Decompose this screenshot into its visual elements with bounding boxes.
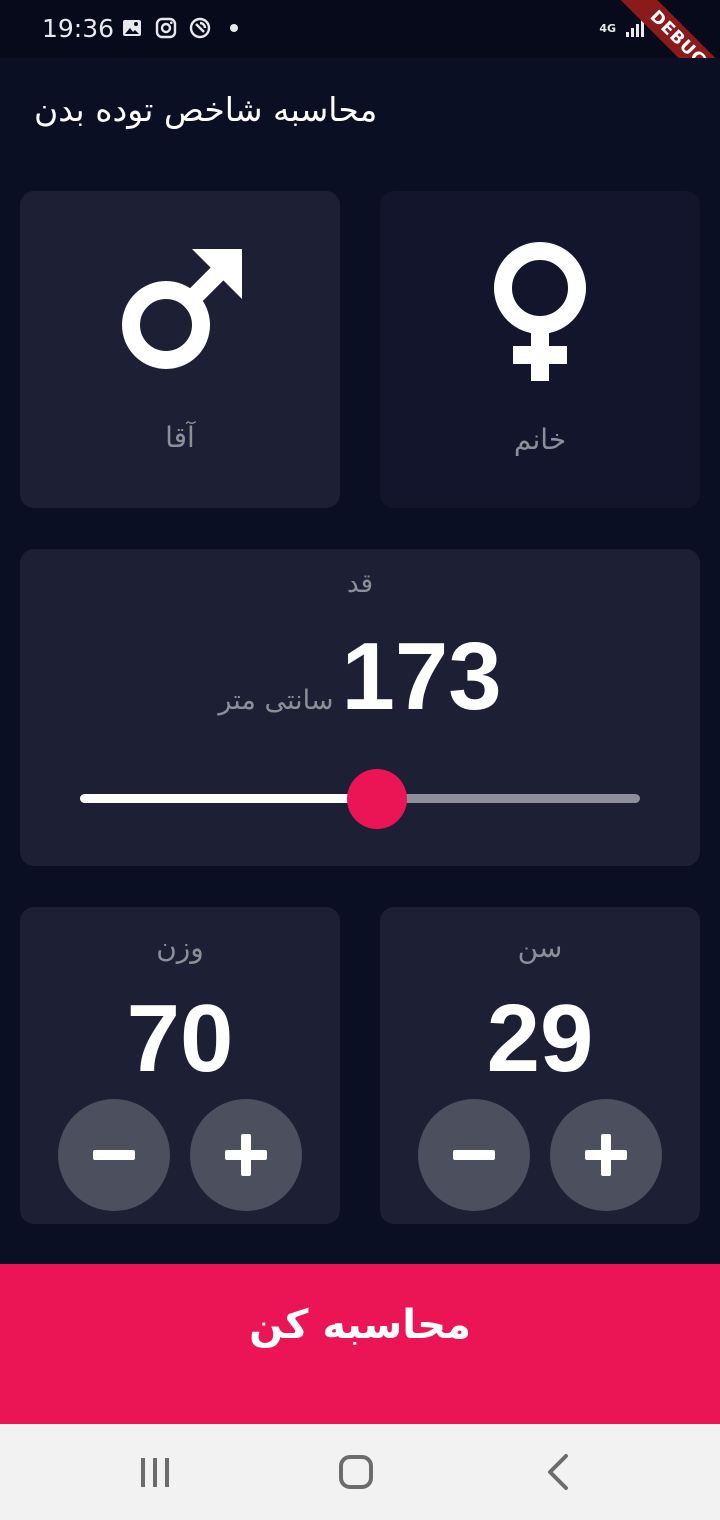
network-type-label: 4G	[599, 21, 616, 35]
age-increment-button[interactable]	[550, 1099, 662, 1211]
female-label: خانم	[513, 423, 567, 456]
height-card: قد سانتی متر 173	[20, 549, 700, 866]
height-unit: سانتی متر	[218, 685, 334, 716]
age-label: سن	[517, 931, 563, 964]
app-bar: محاسبه شاخص توده بدن	[0, 58, 720, 170]
weight-label: وزن	[156, 931, 204, 964]
back-button[interactable]	[528, 1446, 588, 1498]
male-label: آقا	[165, 421, 195, 454]
male-gender-card[interactable]: آقا	[20, 191, 340, 508]
male-icon	[122, 249, 242, 369]
height-readout: سانتی متر 173	[20, 627, 700, 727]
height-value: 173	[341, 623, 502, 730]
female-gender-card[interactable]: خانم	[380, 191, 700, 508]
system-nav-bar	[0, 1424, 720, 1520]
height-label: قد	[346, 569, 374, 599]
image-icon	[123, 20, 141, 36]
home-button[interactable]	[326, 1446, 386, 1498]
slider-thumb[interactable]	[346, 769, 407, 829]
weight-decrement-button[interactable]	[58, 1099, 170, 1211]
age-value: 29	[486, 985, 594, 1092]
age-card: سن 29	[380, 907, 700, 1224]
home-icon	[339, 1455, 373, 1489]
age-decrement-button[interactable]	[418, 1099, 530, 1211]
calculate-button[interactable]: محاسبه کن	[0, 1264, 720, 1424]
plus-icon	[225, 1134, 267, 1176]
weight-card: وزن 70	[20, 907, 340, 1224]
recent-apps-button[interactable]	[125, 1446, 185, 1498]
back-icon	[548, 1454, 568, 1490]
sync-icon	[189, 17, 211, 39]
female-icon	[494, 242, 586, 381]
plus-icon	[585, 1134, 627, 1176]
page-title: محاسبه شاخص توده بدن	[34, 90, 378, 129]
instagram-icon	[155, 17, 177, 39]
minus-icon	[453, 1150, 495, 1160]
height-slider[interactable]	[80, 769, 640, 829]
minus-icon	[93, 1150, 135, 1160]
status-time: 19:36	[42, 14, 115, 43]
status-bar: 19:36 4G	[0, 0, 720, 58]
slider-fill	[80, 794, 377, 803]
weight-value: 70	[126, 985, 234, 1092]
calculate-button-label: محاسبه کن	[249, 1302, 471, 1348]
weight-increment-button[interactable]	[190, 1099, 302, 1211]
recent-apps-icon	[141, 1458, 169, 1487]
dot-icon	[230, 24, 238, 32]
